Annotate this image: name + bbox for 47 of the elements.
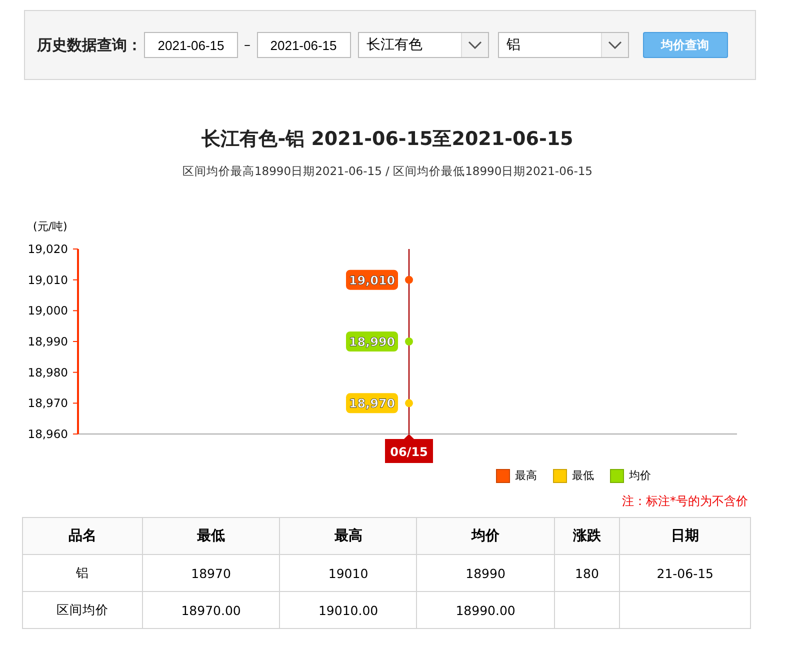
column-header: 最低 bbox=[142, 518, 280, 554]
column-header: 涨跌 bbox=[554, 518, 620, 554]
table-cell: 18970 bbox=[142, 554, 280, 592]
column-header: 最高 bbox=[280, 518, 417, 554]
x-category-tag: 06/15 bbox=[385, 434, 433, 463]
column-header: 均价 bbox=[416, 518, 554, 554]
data-label: 19,010 bbox=[348, 273, 396, 288]
table-cell: 180 bbox=[554, 554, 620, 592]
end-date-field[interactable]: 2021-06-15 bbox=[256, 32, 350, 58]
y-tick-label: 18,970 bbox=[28, 396, 68, 410]
unit-label: (元/吨) bbox=[33, 220, 68, 233]
column-header: 日期 bbox=[620, 518, 750, 554]
y-tick-label: 19,020 bbox=[28, 242, 68, 256]
metal-dropdown[interactable]: 铝 bbox=[498, 32, 628, 58]
table-cell bbox=[554, 592, 620, 628]
legend-label: 最高 bbox=[515, 468, 537, 483]
table-cell: 18990.00 bbox=[416, 592, 554, 628]
chart-title: 长江有色-铝 2021-06-15至2021-06-15 bbox=[200, 127, 574, 152]
chart-subtitle: 区间均价最高18990日期2021-06-15 / 区间均价最低18990日期2021-06-15 bbox=[181, 164, 594, 179]
y-tick-label: 19,010 bbox=[28, 272, 68, 287]
start-date-field[interactable]: 2021-06-15 bbox=[144, 32, 238, 58]
table-cell: 铝 bbox=[22, 554, 142, 592]
data-label: 18,970 bbox=[348, 396, 396, 411]
table-cell: 18970.00 bbox=[142, 592, 280, 628]
column-header: 品名 bbox=[22, 518, 142, 554]
value-label: 19,010 bbox=[346, 270, 398, 290]
y-tick-label: 18,990 bbox=[28, 334, 68, 348]
market-dropdown[interactable]: 长江有色 bbox=[358, 32, 488, 58]
legend-label: 均价 bbox=[629, 468, 651, 483]
chevron-down-icon bbox=[608, 41, 622, 49]
search-label: 历史数据查询： bbox=[37, 36, 142, 54]
value-label: 18,990 bbox=[346, 332, 398, 352]
y-tick-label: 18,960 bbox=[28, 427, 68, 441]
value-label: 18,970 bbox=[346, 393, 398, 414]
y-tick-label: 19,000 bbox=[28, 304, 68, 318]
table-cell: 21-06-15 bbox=[620, 554, 750, 592]
chevron-down-icon bbox=[468, 41, 482, 49]
y-tick-label: 18,980 bbox=[28, 365, 68, 380]
data-label: 18,990 bbox=[348, 335, 396, 349]
table-cell: 19010 bbox=[280, 554, 417, 592]
table-cell: 18990 bbox=[416, 554, 554, 592]
note-text: 注：标注*号的为不含价 bbox=[621, 493, 748, 510]
legend-label: 最低 bbox=[572, 468, 594, 483]
table-cell: 19010.00 bbox=[280, 592, 417, 628]
x-tick-label: 06/15 bbox=[390, 445, 428, 459]
date-separator: – bbox=[244, 38, 250, 52]
table-cell: 区间均价 bbox=[22, 592, 142, 628]
